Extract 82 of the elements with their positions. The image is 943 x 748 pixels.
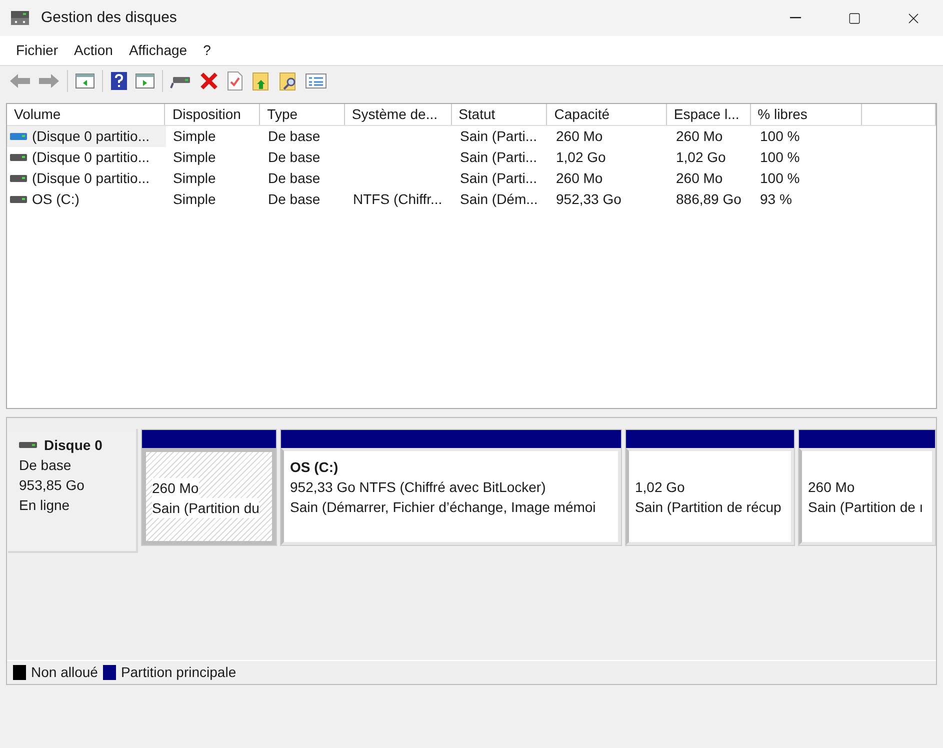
partition-detail: Sain (Partition de récup xyxy=(635,498,782,517)
disk-name: Disque 0 xyxy=(44,436,102,455)
table-cell-text: 100 % xyxy=(760,148,800,167)
menu-item[interactable]: ? xyxy=(196,38,218,64)
table-cell-text: De base xyxy=(268,148,320,167)
table-cell-text: 260 Mo xyxy=(556,169,603,188)
table-cell-text: Sain (Parti... xyxy=(460,148,538,167)
partition-detail: 260 Mo xyxy=(152,478,199,498)
table-row-cell[interactable]: (Disque 0 partitio... xyxy=(7,147,166,168)
table-cell-text: (Disque 0 partitio... xyxy=(32,148,150,167)
table-cell-text: 886,89 Go xyxy=(676,190,742,209)
list-icon[interactable] xyxy=(305,72,327,90)
drive-icon xyxy=(10,132,27,141)
panel-icon[interactable] xyxy=(135,72,155,90)
disk-info-panel[interactable]: Disque 0 De base 953,85 Go En ligne xyxy=(8,429,138,553)
column-header[interactable]: Statut xyxy=(452,104,548,125)
partition-block[interactable]: OS (C:) 952,33 Go NTFS (Chiffré avec BitLocker) Sain (Démarrer, Fichier d’échange, Image mémoi xyxy=(280,429,622,546)
table-cell-text: 260 Mo xyxy=(676,127,723,146)
table-cell-text: NTFS (Chiffr... xyxy=(353,190,442,209)
table-cell-text: Sain (Parti... xyxy=(460,169,538,188)
legend-label: Partition principale xyxy=(120,663,236,682)
menu-item[interactable]: Affichage xyxy=(122,38,194,64)
menu-item[interactable]: Action xyxy=(67,38,120,64)
folder-search-icon[interactable] xyxy=(278,71,298,91)
table-cell-text: 260 Mo xyxy=(556,127,603,146)
table-cell-text: De base xyxy=(268,127,320,146)
table-cell-text: 260 Mo xyxy=(676,169,723,188)
column-header[interactable]: Espace l... xyxy=(666,104,751,125)
table-cell-text: (Disque 0 partitio... xyxy=(32,127,150,146)
folder-icon[interactable] xyxy=(251,71,271,91)
column-header[interactable]: % libres xyxy=(750,104,862,125)
drive-icon xyxy=(10,153,27,162)
table-cell-text: Sain (Parti... xyxy=(460,127,538,146)
disk-type: De base xyxy=(19,456,72,475)
partition-detail: 260 Mo xyxy=(808,478,856,497)
minimize-icon xyxy=(790,17,801,19)
disk-management-icon xyxy=(10,9,30,27)
table-cell-text: 93 % xyxy=(760,190,792,209)
partition-detail: 952,33 Go NTFS (Chiffré avec BitLocker) xyxy=(290,478,547,497)
table-cell-text: (Disque 0 partitio... xyxy=(32,169,150,188)
table-cell-text: Simple xyxy=(173,127,216,146)
partition-detail: Sain (Démarrer, Fichier d’échange, Image mémoi xyxy=(290,498,597,517)
disk-status: En ligne xyxy=(19,496,71,515)
table-cell-text: OS (C:) xyxy=(32,190,80,209)
table-cell-text: De base xyxy=(268,190,320,209)
table-cell-text: 100 % xyxy=(760,169,800,188)
table-cell-text: 100 % xyxy=(760,127,800,146)
table-cell-text: 952,33 Go xyxy=(556,190,622,209)
window-title: Gestion des disques xyxy=(41,8,177,28)
column-header[interactable]: Disposition xyxy=(165,104,260,125)
panel-icon[interactable] xyxy=(75,72,95,90)
maximize-icon xyxy=(848,12,861,24)
column-header[interactable]: Capacité xyxy=(547,104,667,125)
drive-icon xyxy=(10,174,27,183)
help-icon[interactable] xyxy=(110,71,128,91)
partition-detail: Sain (Partition du xyxy=(152,498,260,518)
partition-block[interactable]: 260 Mo Sain (Partition de ı xyxy=(798,429,936,546)
table-cell-text: Simple xyxy=(173,148,216,167)
partition-detail: Sain (Partition de ı xyxy=(808,498,924,517)
menu-item[interactable]: Fichier xyxy=(9,38,66,64)
partition-title: OS (C:) xyxy=(290,458,340,477)
table-row-cell[interactable]: (Disque 0 partitio... xyxy=(7,168,166,189)
table-row-cell[interactable]: (Disque 0 partitio... xyxy=(7,126,166,147)
column-header[interactable]: Système de... xyxy=(344,104,452,125)
partition-block[interactable]: 1,02 Go Sain (Partition de récup xyxy=(625,429,795,546)
partition-block[interactable]: 260 Mo Sain (Partition du xyxy=(141,429,277,546)
table-cell-text: De base xyxy=(268,169,320,188)
legend-label: Non alloué xyxy=(31,663,98,682)
table-cell-text: Sain (Dém... xyxy=(460,190,538,209)
column-header[interactable]: Type xyxy=(260,104,345,125)
delete-icon[interactable] xyxy=(199,71,219,91)
disk-size: 953,85 Go xyxy=(19,476,86,495)
table-cell-text: 1,02 Go xyxy=(556,148,606,167)
drive-icon xyxy=(10,195,27,204)
partition-detail: 1,02 Go xyxy=(635,478,686,497)
table-cell-text: Simple xyxy=(173,169,216,188)
drive-icon xyxy=(19,442,37,448)
table-cell-text: Simple xyxy=(173,190,216,209)
table-row-cell[interactable]: OS (C:) xyxy=(7,189,166,210)
table-cell-text: 1,02 Go xyxy=(676,148,726,167)
checklist-icon[interactable] xyxy=(226,71,244,91)
column-header[interactable]: Volume xyxy=(7,104,166,125)
